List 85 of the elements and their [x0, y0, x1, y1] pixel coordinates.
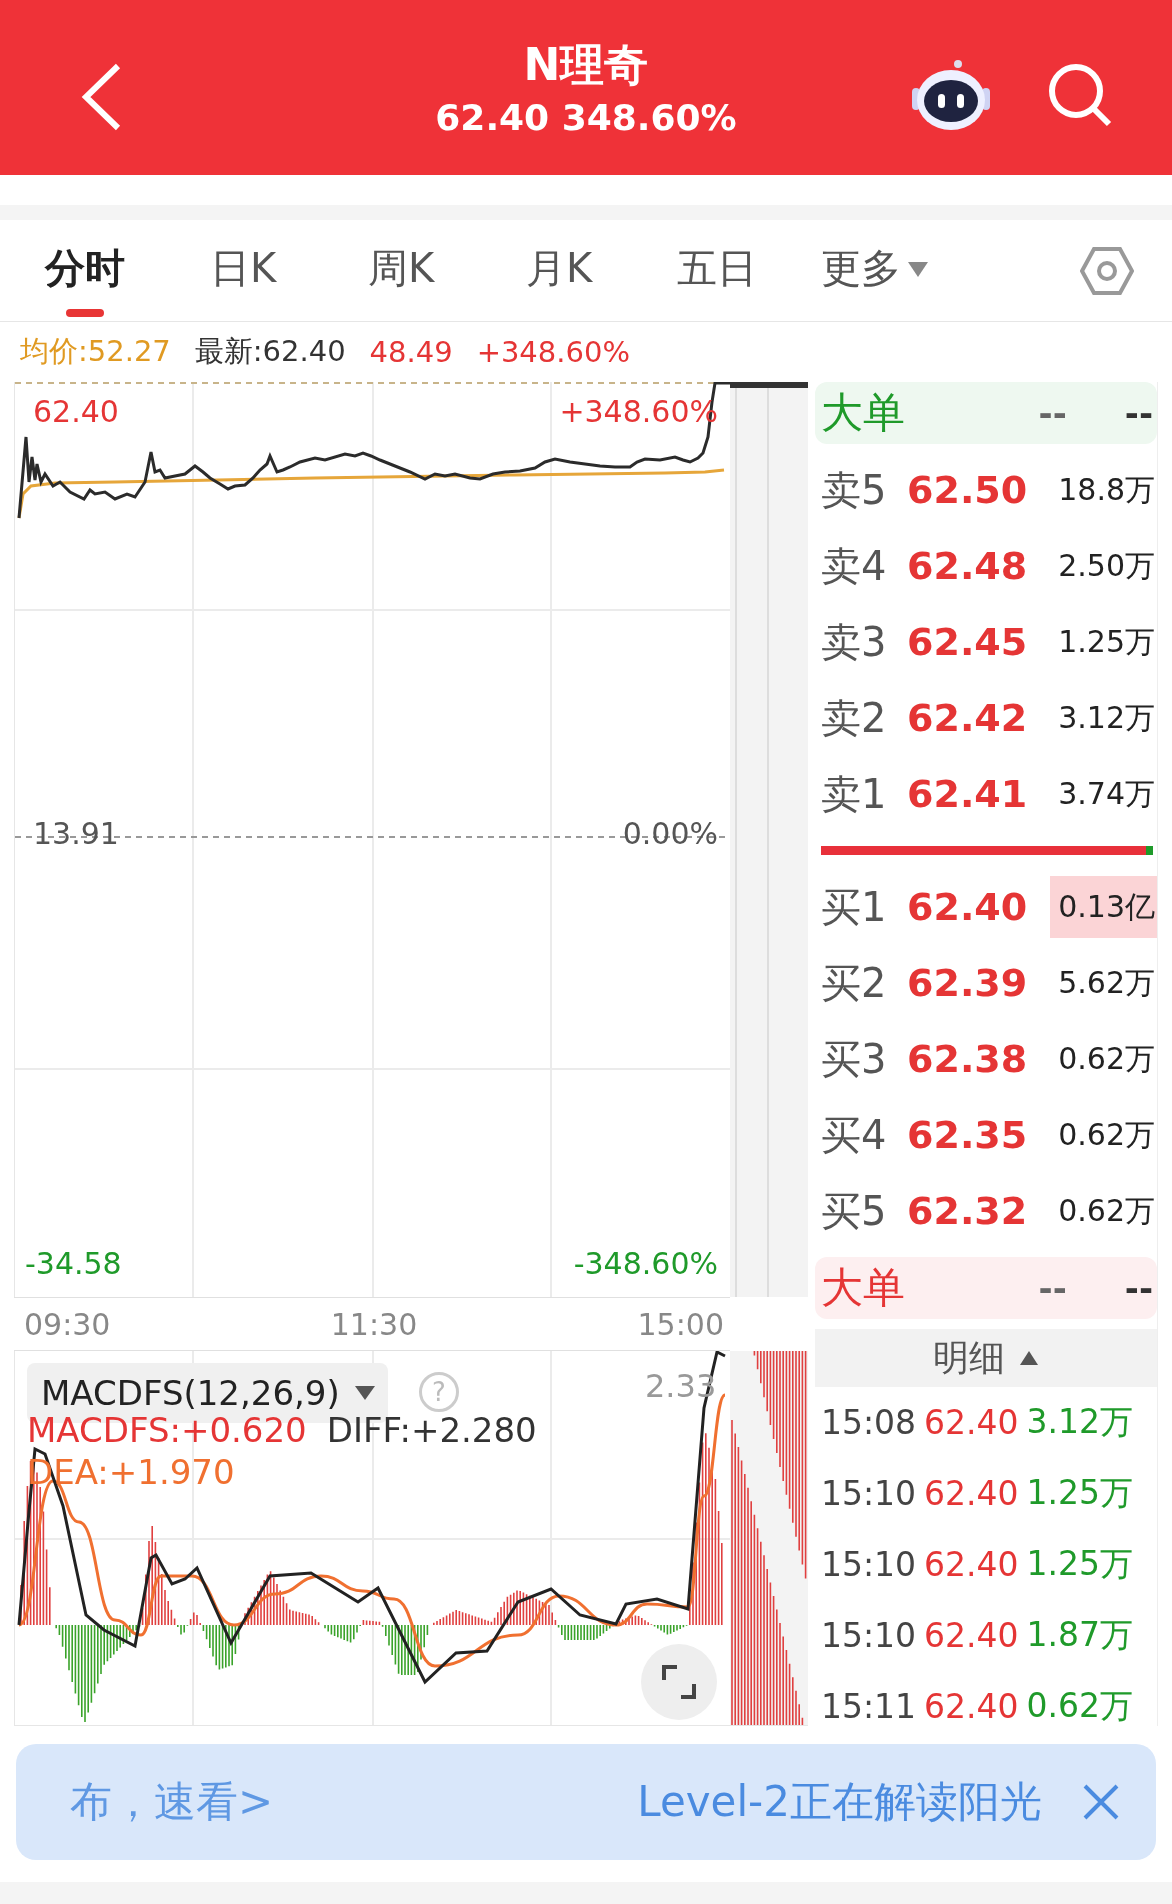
percent-axis-label: 0.00%: [622, 816, 718, 852]
level-label: 卖3: [820, 617, 888, 667]
level-label: 卖5: [820, 465, 888, 515]
level-label: 买2: [820, 958, 888, 1008]
level-price: 62.50: [907, 467, 1028, 514]
details-title: 明细: [933, 1335, 1005, 1380]
caret-icon: [1019, 1350, 1039, 1366]
big-order-value: --: [1038, 393, 1067, 433]
time-axis-label: 11:30: [330, 1306, 418, 1342]
period-tab[interactable]: 更多: [796, 220, 954, 321]
level-volume: 0.13亿: [1050, 876, 1157, 938]
trade-volume: 1.25万: [1026, 1543, 1134, 1585]
time-axis-label: 09:30: [24, 1306, 111, 1342]
level-volume: 3.74万: [1057, 774, 1156, 813]
level-label: 卖1: [820, 769, 888, 819]
details-header[interactable]: 明细: [815, 1329, 1157, 1387]
level-label: 买4: [820, 1110, 888, 1160]
trade-volume: 1.25万: [1026, 1472, 1134, 1514]
period-tab[interactable]: 五日: [638, 220, 796, 321]
robot-icon[interactable]: [910, 58, 992, 132]
period-tab[interactable]: 月K: [480, 220, 638, 321]
level-label: 卖2: [820, 693, 888, 743]
price-axis-label: 13.91: [33, 816, 119, 852]
level-price: 62.39: [907, 960, 1028, 1007]
big-order-label: 大单: [821, 387, 905, 439]
change-value: 48.49: [369, 335, 453, 369]
caret-icon: [353, 1385, 376, 1401]
trade-time: 15:10: [821, 1474, 917, 1513]
average-price: 均价:52.27: [20, 333, 171, 370]
level-price: 62.38: [907, 1036, 1028, 1083]
trade-time: 15:10: [821, 1545, 917, 1584]
level-label: 买1: [820, 882, 888, 932]
level-volume: 0.62万: [1057, 1115, 1156, 1154]
trade-volume: 3.12万: [1026, 1401, 1134, 1443]
trade-volume: 0.62万: [1026, 1685, 1134, 1727]
search-icon[interactable]: [1047, 62, 1113, 128]
big-order-value: --: [1124, 393, 1153, 433]
level-price: 62.41: [907, 771, 1028, 818]
level-volume: 18.8万: [1057, 470, 1156, 509]
close-button[interactable]: [1082, 1783, 1120, 1821]
latest-price: 最新:62.40: [194, 333, 346, 370]
settings-icon[interactable]: [1080, 246, 1134, 296]
level-volume: 1.25万: [1057, 622, 1156, 661]
trade-time: 15:10: [821, 1616, 917, 1655]
selected-underline: [66, 309, 104, 317]
level-price: 62.32: [907, 1188, 1028, 1235]
big-order-label: 大单: [821, 1262, 905, 1314]
trade-time: 15:11: [821, 1687, 917, 1726]
period-tab[interactable]: 分时: [6, 220, 164, 321]
trade-price: 62.40: [924, 1545, 1019, 1584]
big-order-value: --: [1038, 1268, 1067, 1308]
level-price: 62.48: [907, 543, 1028, 590]
caret-icon: [907, 259, 929, 278]
close-icon: [1082, 1783, 1120, 1821]
level-price: 62.45: [907, 619, 1028, 666]
level-volume: 0.62万: [1057, 1191, 1156, 1230]
change-value: +348.60%: [476, 335, 630, 369]
big-order-value: --: [1124, 1268, 1153, 1308]
trade-volume: 1.87万: [1026, 1614, 1134, 1656]
level-label: 卖4: [820, 541, 888, 591]
trade-price: 62.40: [924, 1687, 1019, 1726]
level-volume: 5.62万: [1057, 963, 1156, 1002]
trade-price: 62.40: [924, 1474, 1019, 1513]
trade-price: 62.40: [924, 1403, 1019, 1442]
price-change: 62.40 348.60%: [435, 95, 737, 140]
level-price: 62.42: [907, 695, 1028, 742]
level-volume: 3.12万: [1057, 698, 1156, 737]
price-axis-label: -34.58: [25, 1246, 122, 1282]
stock-title: N理奇: [523, 37, 649, 92]
trade-time: 15:08: [821, 1403, 917, 1442]
expand-icon: [661, 1664, 697, 1700]
trade-price: 62.40: [924, 1616, 1019, 1655]
level-volume: 0.62万: [1057, 1039, 1156, 1078]
level-label: 买5: [820, 1186, 888, 1236]
time-axis-label: 15:00: [637, 1306, 724, 1342]
price-axis-label: 62.40: [33, 394, 119, 430]
banner-text: Level-2正在解读阳光: [637, 1776, 1042, 1828]
level-price: 62.35: [907, 1112, 1028, 1159]
level-price: 62.40: [907, 884, 1028, 931]
period-tab[interactable]: 周K: [322, 220, 480, 321]
percent-axis-label: -348.60%: [573, 1246, 718, 1282]
level-label: 买3: [820, 1034, 888, 1084]
level-volume: 2.50万: [1057, 546, 1156, 585]
period-tab[interactable]: 日K: [164, 220, 322, 321]
banner-text: 布，速看>: [70, 1776, 274, 1828]
